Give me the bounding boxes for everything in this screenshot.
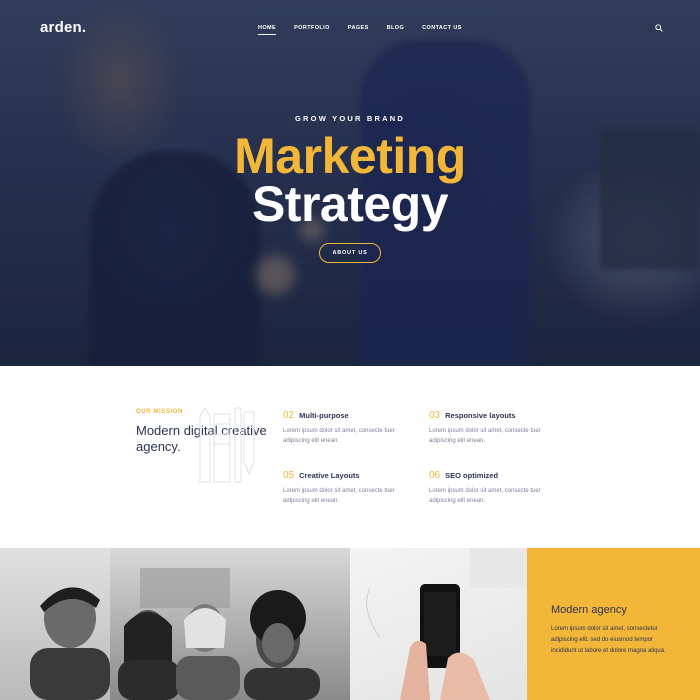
pencil-tools-illustration <box>199 407 255 483</box>
feature-title: Responsive layouts <box>445 411 516 420</box>
hero-eyebrow: GROW YOUR BRAND <box>295 114 405 123</box>
feature-title: Creative Layouts <box>299 471 360 480</box>
about-us-button[interactable]: ABOUT US <box>319 243 381 263</box>
nav-item-contact-us[interactable]: CONTACT US <box>422 25 462 35</box>
nav-item-pages[interactable]: PAGES <box>348 25 369 35</box>
nav-item-portfolio[interactable]: PORTFOLIO <box>294 25 330 35</box>
agency-title: Modern agency <box>551 604 627 616</box>
main-nav: HOME PORTFOLIO PAGES BLOG CONTACT US <box>258 25 480 35</box>
team-photo <box>0 548 350 700</box>
team-photo-silhouettes <box>0 548 320 700</box>
feature-item: 06 SEO optimized Lorem ipsum dolor sit a… <box>429 470 569 506</box>
phone-photo-illustration <box>366 548 527 700</box>
site-logo[interactable]: arden. <box>40 19 86 36</box>
feature-number: 06 <box>429 470 441 481</box>
feature-number: 03 <box>429 410 441 421</box>
agency-text: Lorem ipsum dolor sit amet, consectetur … <box>551 626 666 654</box>
feature-text: Lorem ipsum dolor sit amet, consecte tue… <box>283 428 395 444</box>
nav-item-blog[interactable]: BLOG <box>387 25 405 35</box>
feature-title: SEO optimized <box>445 471 499 480</box>
nav-item-home[interactable]: HOME <box>258 25 277 35</box>
hero-title-line2: Strategy <box>251 176 449 232</box>
phone-photo <box>350 548 527 700</box>
feature-number: 02 <box>283 410 295 421</box>
feature-text: Lorem ipsum dolor sit amet, consecte tue… <box>283 488 395 504</box>
feature-item: 02 Multi-purpose Lorem ipsum dolor sit a… <box>283 410 423 446</box>
hero-section: arden. HOME PORTFOLIO PAGES BLOG CONTACT… <box>0 0 700 366</box>
feature-item: 05 Creative Layouts Lorem ipsum dolor si… <box>283 470 423 506</box>
feature-number: 05 <box>283 470 295 481</box>
feature-item: 03 Responsive layouts Lorem ipsum dolor … <box>429 410 569 446</box>
agency-panel: Modern agency Lorem ipsum dolor sit amet… <box>527 548 700 700</box>
feature-text: Lorem ipsum dolor sit amet, consecte tue… <box>429 428 541 444</box>
feature-title: Multi-purpose <box>299 411 349 420</box>
search-icon[interactable] <box>655 24 663 32</box>
feature-text: Lorem ipsum dolor sit amet, consecte tue… <box>429 488 541 504</box>
mission-label: OUR MISSION <box>136 409 183 415</box>
